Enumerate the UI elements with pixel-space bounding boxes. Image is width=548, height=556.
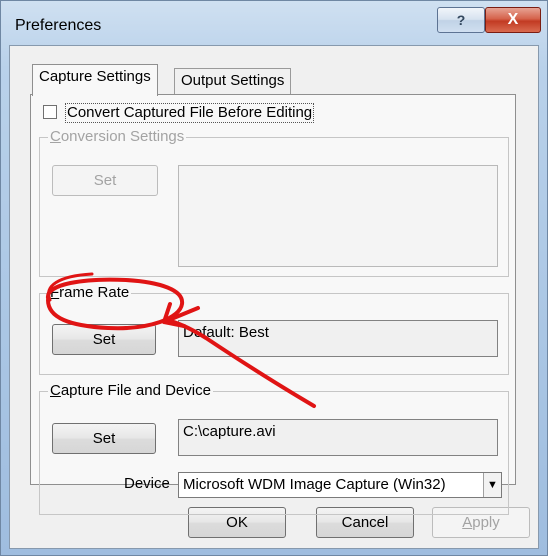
dialog-client-area: Capture Settings Output Settings Convert… — [9, 45, 539, 549]
conversion-settings-group: Conversion Settings Set — [39, 128, 509, 277]
conversion-settings-label: Conversion Settings — [48, 128, 187, 146]
capture-file-device-group: Capture File and Device Set C:\capture.a… — [39, 382, 509, 515]
frame-rate-group: Frame Rate Set Default: Best — [39, 284, 509, 375]
device-select[interactable]: Microsoft WDM Image Capture (Win32) ▼ — [178, 472, 502, 498]
dialog-window: Preferences ? X Capture Settings Output … — [0, 0, 548, 556]
device-label: Device — [124, 475, 170, 492]
capture-file-set-button[interactable]: Set — [52, 423, 156, 454]
frame-rate-value: Default: Best — [178, 320, 498, 357]
window-title: Preferences — [15, 17, 102, 34]
tab-label: Output Settings — [181, 72, 285, 89]
device-select-value: Microsoft WDM Image Capture (Win32) — [183, 476, 446, 493]
close-icon: X — [507, 11, 519, 28]
capture-file-path: C:\capture.avi — [178, 419, 498, 456]
capture-settings-panel: Convert Captured File Before Editing Con… — [30, 94, 516, 515]
chevron-down-icon[interactable]: ▼ — [483, 473, 501, 497]
close-button[interactable]: X — [485, 7, 541, 33]
capture-file-device-label: Capture File and Device — [48, 382, 213, 400]
help-icon: ? — [456, 12, 466, 28]
tab-label: Capture Settings — [39, 68, 151, 85]
conversion-settings-box — [178, 165, 498, 267]
frame-rate-label: Frame Rate — [48, 284, 132, 302]
tab-capture-settings[interactable]: Capture Settings — [32, 64, 158, 96]
help-button[interactable]: ? — [437, 7, 485, 33]
tab-output-settings[interactable]: Output Settings — [174, 68, 292, 94]
convert-checkbox[interactable] — [43, 105, 57, 119]
frame-rate-set-button[interactable]: Set — [52, 324, 156, 355]
convert-checkbox-label[interactable]: Convert Captured File Before Editing — [65, 103, 315, 123]
conversion-set-button[interactable]: Set — [52, 165, 158, 196]
